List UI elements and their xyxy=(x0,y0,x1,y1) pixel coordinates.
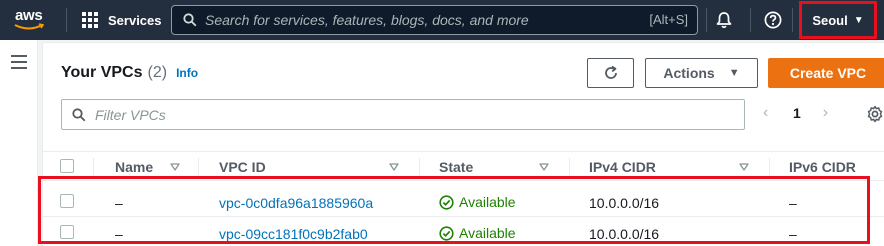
services-grid-icon xyxy=(82,12,98,28)
region-label: Seoul xyxy=(812,12,848,28)
filter-vpcs-input[interactable] xyxy=(95,106,695,124)
search-shortcut-hint: [Alt+S] xyxy=(649,12,688,27)
column-header-ipv4-cidr[interactable]: IPv4 CIDR xyxy=(589,159,656,175)
services-menu-button[interactable]: Services xyxy=(82,10,162,30)
aws-logo[interactable]: aws xyxy=(13,7,51,33)
aws-logo-text: aws xyxy=(15,7,43,24)
nav-divider xyxy=(66,8,67,32)
previous-page-icon[interactable]: ‹ xyxy=(763,105,773,121)
aws-smile-icon xyxy=(14,23,44,30)
preferences-gear-icon[interactable] xyxy=(866,105,884,123)
current-page-number[interactable]: 1 xyxy=(793,105,801,121)
create-vpc-label: Create VPC xyxy=(789,65,867,81)
help-icon[interactable] xyxy=(763,10,783,30)
sort-caret-icon[interactable] xyxy=(539,163,549,171)
highlight-annotation-box xyxy=(38,176,870,244)
search-icon xyxy=(72,108,86,122)
nav-divider xyxy=(792,8,793,32)
nav-divider xyxy=(706,8,707,32)
pagination: ‹ 1 › xyxy=(763,105,833,122)
sort-caret-icon[interactable] xyxy=(170,163,180,171)
caret-down-icon: ▼ xyxy=(728,67,740,79)
sort-caret-icon[interactable] xyxy=(739,163,749,171)
page-header: Your VPCs (2) Info xyxy=(61,64,198,82)
column-divider xyxy=(198,158,199,176)
search-input[interactable] xyxy=(205,10,615,30)
select-all-checkbox[interactable] xyxy=(60,159,74,173)
search-icon xyxy=(183,13,197,27)
services-label: Services xyxy=(108,12,162,28)
next-page-icon[interactable]: › xyxy=(823,105,833,121)
refresh-button[interactable] xyxy=(587,58,634,88)
column-header-state[interactable]: State xyxy=(439,159,473,175)
page-title: Your VPCs xyxy=(61,64,143,81)
column-divider xyxy=(419,158,420,176)
column-header-ipv6-cidr[interactable]: IPv6 CIDR xyxy=(789,159,856,175)
column-header-name[interactable]: Name xyxy=(115,159,153,175)
column-header-vpc-id[interactable]: VPC ID xyxy=(219,159,266,175)
vpc-count: (2) xyxy=(147,64,168,81)
info-link[interactable]: Info xyxy=(176,66,198,80)
actions-label: Actions xyxy=(663,65,715,81)
column-divider xyxy=(93,158,94,176)
notifications-bell-icon[interactable] xyxy=(714,10,734,30)
top-navigation: aws Services [Alt+S] Seoul ▼ xyxy=(0,0,884,40)
region-selector[interactable]: Seoul ▼ xyxy=(799,1,877,39)
column-divider xyxy=(569,158,570,176)
side-navigation-collapsed xyxy=(0,40,38,246)
caret-down-icon: ▼ xyxy=(853,14,864,26)
filter-vpcs-field[interactable] xyxy=(61,99,745,130)
refresh-icon xyxy=(604,65,617,79)
create-vpc-button[interactable]: Create VPC xyxy=(768,58,884,88)
menu-hamburger-icon[interactable] xyxy=(11,55,27,69)
column-divider xyxy=(769,158,770,176)
nav-divider xyxy=(750,8,751,32)
global-search[interactable]: [Alt+S] xyxy=(171,5,698,35)
sort-caret-icon[interactable] xyxy=(389,163,399,171)
actions-dropdown-button[interactable]: Actions ▼ xyxy=(645,58,758,88)
